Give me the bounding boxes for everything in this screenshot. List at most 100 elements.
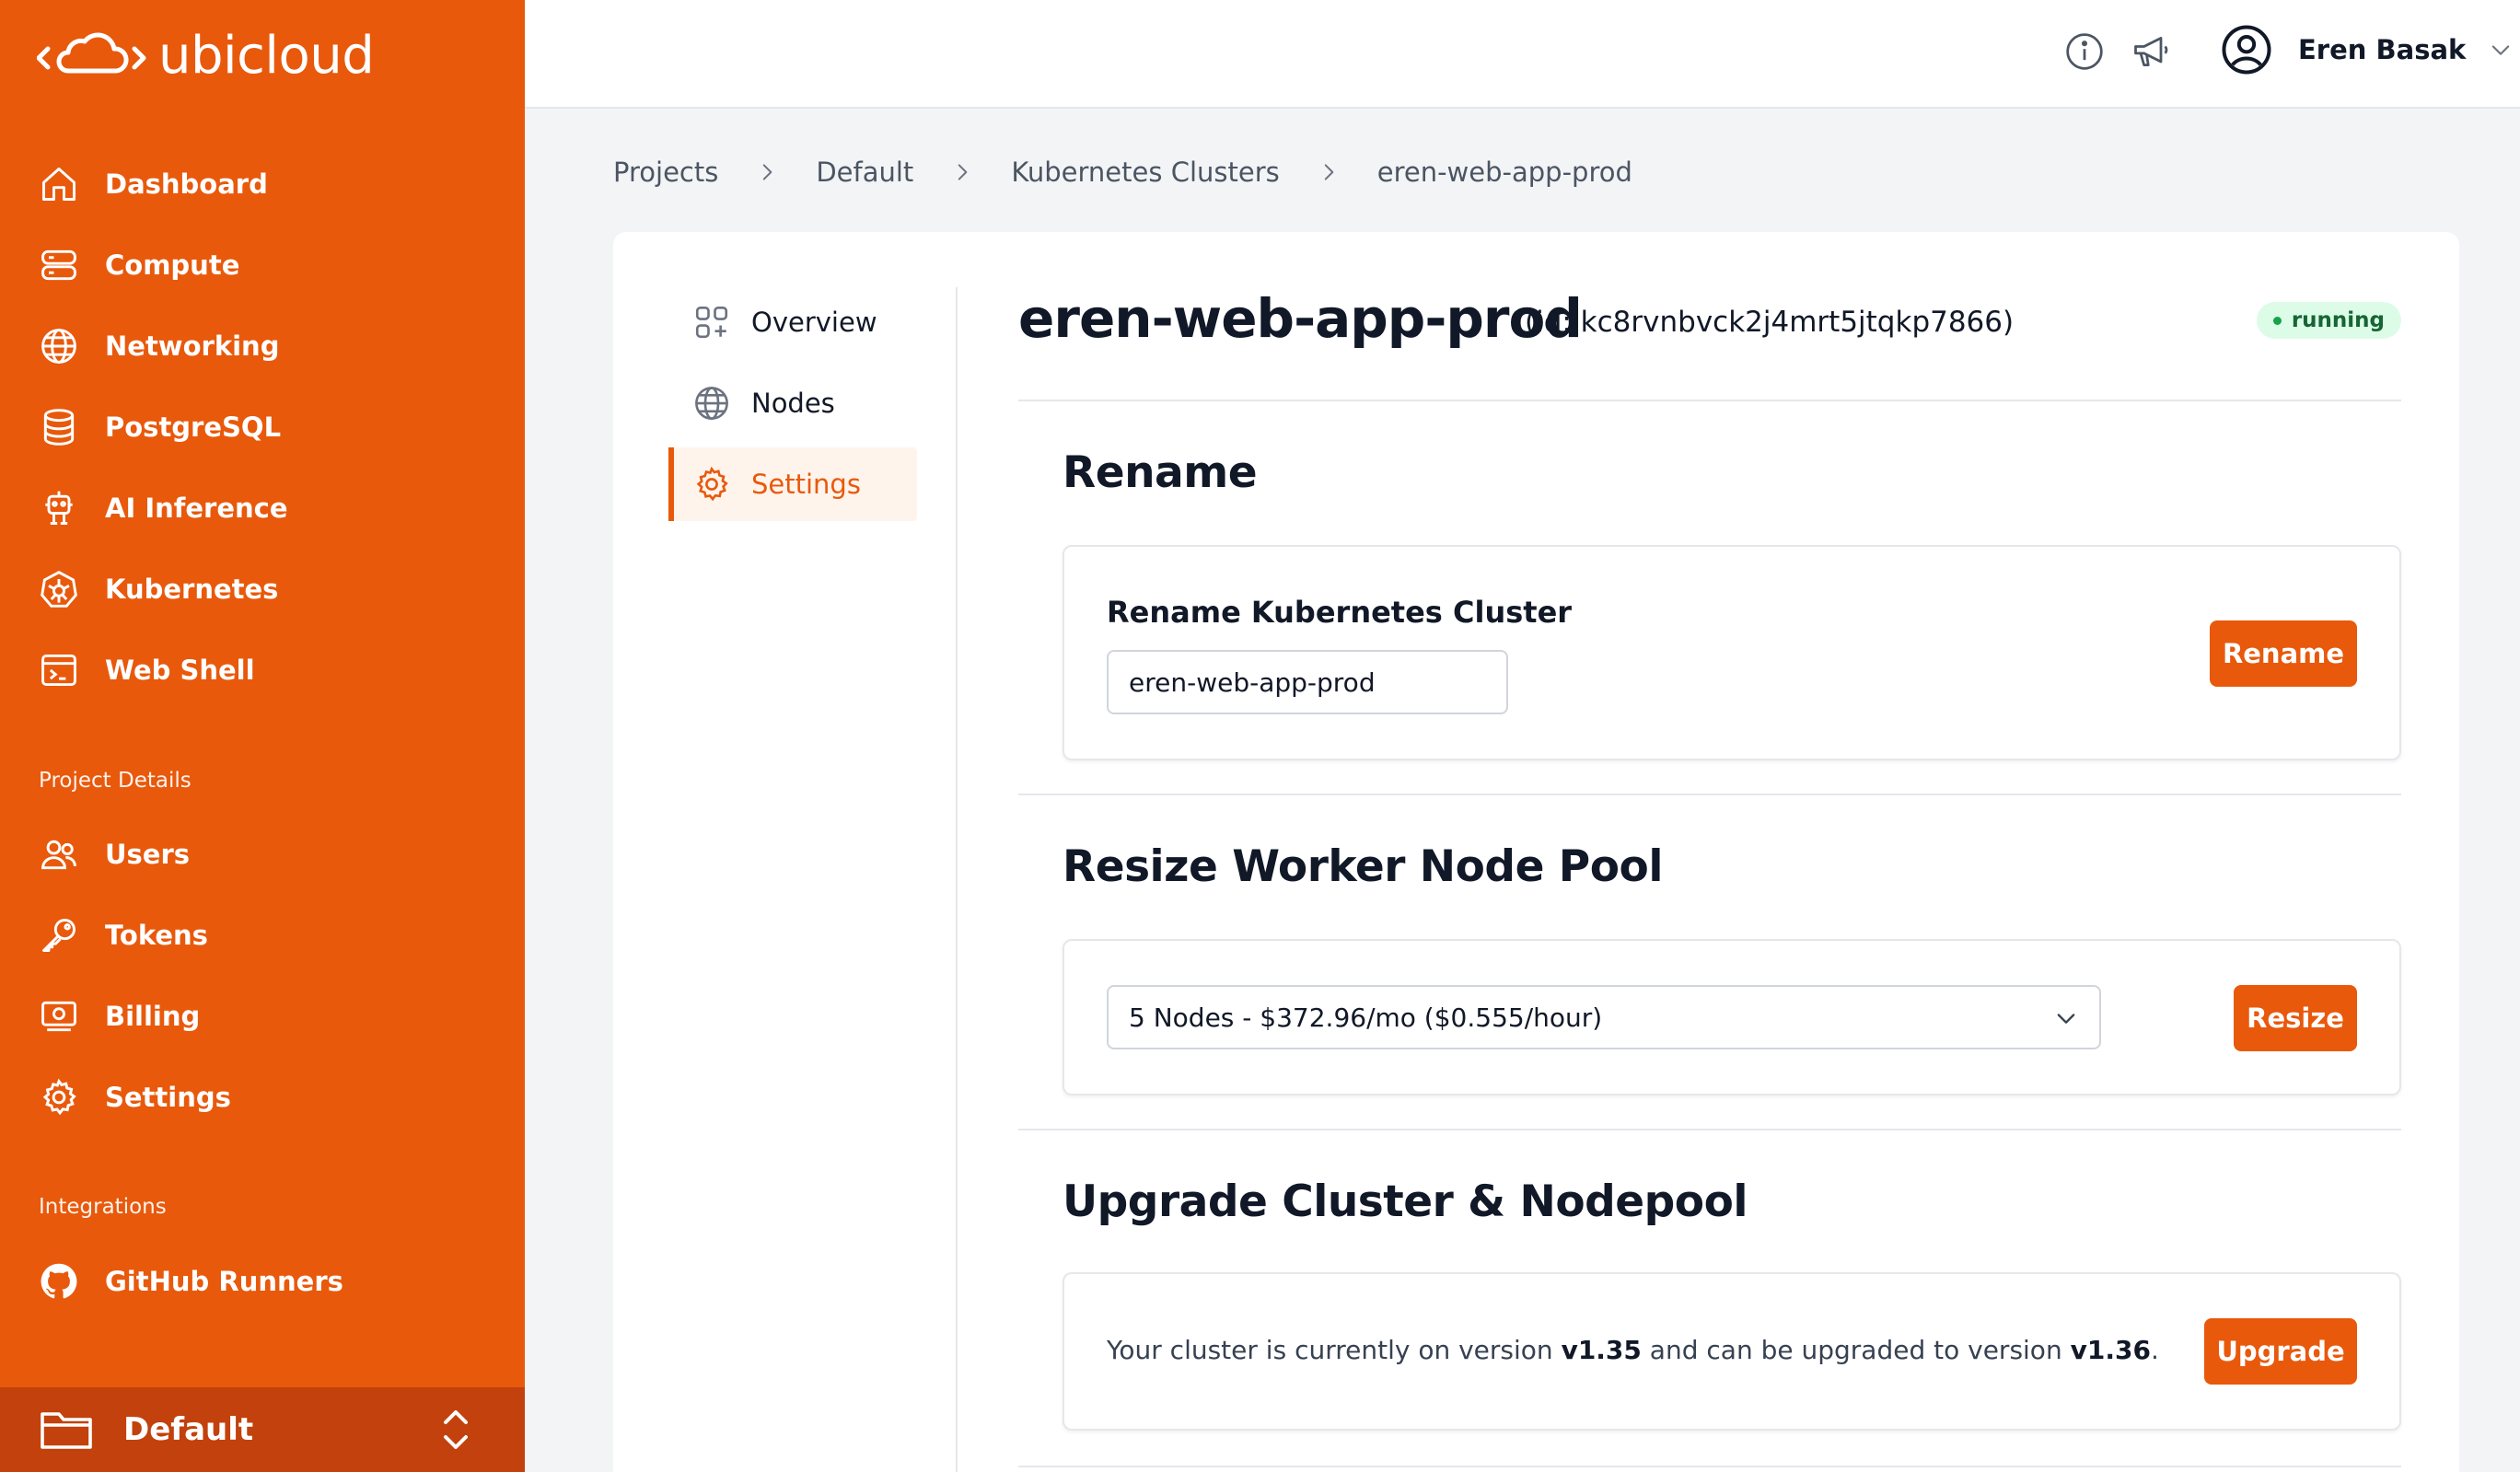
sidebar-item-label: Dashboard bbox=[105, 168, 268, 200]
brand-name: ubicloud bbox=[158, 26, 375, 86]
sidebar-item-label: Networking bbox=[105, 330, 280, 362]
gear-icon bbox=[696, 466, 728, 502]
chevron-right-icon bbox=[1324, 164, 1334, 180]
integrations-heading: Integrations bbox=[39, 1195, 167, 1219]
status-badge: running bbox=[2256, 302, 2401, 339]
project-switcher[interactable]: Default bbox=[0, 1387, 525, 1472]
tab-label: Overview bbox=[751, 307, 877, 338]
overview-icon bbox=[695, 306, 728, 339]
app-root: ubicloud Dashboard Compute Networking Po… bbox=[0, 0, 2520, 1472]
breadcrumb-kubernetes-clusters[interactable]: Kubernetes Clusters bbox=[1011, 156, 1279, 188]
users-icon bbox=[41, 840, 76, 870]
sidebar-item-web-shell[interactable]: Web Shell bbox=[0, 630, 525, 711]
upgrade-button[interactable]: Upgrade bbox=[2204, 1318, 2357, 1385]
cluster-id: (id: kc8rvnbvck2j4mrt5jtqkp7866) bbox=[1525, 306, 2015, 339]
upgrade-text-part: and can be upgraded to version bbox=[1641, 1335, 2071, 1365]
rename-input[interactable] bbox=[1107, 650, 1508, 714]
tab-nodes[interactable]: Nodes bbox=[668, 366, 917, 440]
server-icon bbox=[41, 249, 76, 281]
billing-icon bbox=[41, 1001, 76, 1032]
sidebar-item-networking[interactable]: Networking bbox=[0, 306, 525, 387]
rename-panel: Rename Kubernetes Cluster Rename bbox=[1063, 545, 2401, 760]
sidebar-item-users[interactable]: Users bbox=[0, 814, 525, 895]
resize-panel: 5 Nodes - $372.96/mo ($0.555/hour) Resiz… bbox=[1063, 939, 2401, 1095]
main-nav: Dashboard Compute Networking PostgreSQL … bbox=[0, 144, 525, 711]
user-name: Eren Basak bbox=[2298, 34, 2467, 65]
cluster-header: eren-web-app-prod (id: kc8rvnbvck2j4mrt5… bbox=[1018, 287, 2401, 401]
sidebar-item-tokens[interactable]: Tokens bbox=[0, 895, 525, 976]
upgrade-text-part: Your cluster is currently on version bbox=[1107, 1335, 1562, 1365]
sidebar-item-label: Billing bbox=[105, 1001, 201, 1032]
upgrade-heading: Upgrade Cluster & Nodepool bbox=[1063, 1176, 1748, 1227]
breadcrumb-current[interactable]: eren-web-app-prod bbox=[1377, 156, 1632, 188]
terminal-icon bbox=[41, 654, 76, 687]
chevron-up-down-icon bbox=[444, 1410, 468, 1449]
rename-button[interactable]: Rename bbox=[2210, 620, 2357, 687]
topbar: Eren Basak bbox=[525, 0, 2520, 109]
cluster-card: Overview Nodes Settings eren-web-app-pro… bbox=[613, 232, 2459, 1472]
chevron-right-icon bbox=[763, 164, 772, 180]
brand-logo[interactable]: ubicloud bbox=[37, 26, 375, 86]
sidebar-item-compute[interactable]: Compute bbox=[0, 225, 525, 306]
sidebar-item-billing[interactable]: Billing bbox=[0, 976, 525, 1057]
sidebar-item-label: Web Shell bbox=[105, 655, 255, 686]
current-project-name: Default bbox=[123, 1411, 254, 1448]
node-count-selected: 5 Nodes - $372.96/mo ($0.555/hour) bbox=[1129, 1002, 1603, 1033]
sidebar-item-label: Users bbox=[105, 839, 191, 870]
tab-settings[interactable]: Settings bbox=[668, 447, 917, 521]
section-divider bbox=[1018, 1129, 2401, 1130]
info-icon[interactable] bbox=[2064, 31, 2105, 72]
robot-icon bbox=[45, 491, 73, 525]
breadcrumb: Projects Default Kubernetes Clusters ere… bbox=[613, 156, 1632, 188]
rename-heading: Rename bbox=[1063, 447, 1258, 498]
section-divider bbox=[1018, 1466, 2401, 1467]
key-icon bbox=[42, 919, 75, 952]
node-count-select[interactable]: 5 Nodes - $372.96/mo ($0.555/hour) bbox=[1107, 985, 2101, 1049]
sidebar-item-dashboard[interactable]: Dashboard bbox=[0, 144, 525, 225]
sidebar-item-label: Settings bbox=[105, 1082, 231, 1113]
globe-icon bbox=[41, 329, 76, 364]
folder-icon bbox=[41, 1412, 92, 1449]
sidebar-item-label: Kubernetes bbox=[105, 574, 279, 605]
sidebar-item-github-runners[interactable]: GitHub Runners bbox=[0, 1241, 525, 1322]
target-version: v1.36 bbox=[2070, 1335, 2151, 1365]
upgrade-panel: Your cluster is currently on version v1.… bbox=[1063, 1272, 2401, 1431]
user-menu[interactable]: Eren Basak bbox=[2221, 24, 2514, 75]
sidebar-item-ai-inference[interactable]: AI Inference bbox=[0, 468, 525, 549]
github-icon bbox=[41, 1263, 77, 1299]
cluster-subnav: Overview Nodes Settings bbox=[668, 285, 917, 528]
cluster-title: eren-web-app-prod bbox=[1018, 287, 1583, 350]
subnav-divider bbox=[956, 287, 958, 1472]
sidebar-item-postgresql[interactable]: PostgreSQL bbox=[0, 387, 525, 468]
megaphone-icon[interactable] bbox=[2131, 31, 2171, 72]
breadcrumb-projects[interactable]: Projects bbox=[613, 156, 718, 188]
breadcrumb-default[interactable]: Default bbox=[816, 156, 913, 188]
settings-content: eren-web-app-prod (id: kc8rvnbvck2j4mrt5… bbox=[1018, 287, 2401, 1467]
sidebar-item-label: GitHub Runners bbox=[105, 1266, 343, 1297]
resize-button[interactable]: Resize bbox=[2234, 985, 2357, 1051]
sidebar: ubicloud Dashboard Compute Networking Po… bbox=[0, 0, 525, 1472]
tab-overview[interactable]: Overview bbox=[668, 285, 917, 359]
sidebar-item-label: Compute bbox=[105, 249, 240, 281]
globe-icon bbox=[695, 387, 728, 420]
sidebar-item-settings[interactable]: Settings bbox=[0, 1057, 525, 1138]
section-divider bbox=[1018, 794, 2401, 795]
project-details-heading: Project Details bbox=[39, 769, 192, 793]
gear-icon bbox=[42, 1078, 76, 1116]
tab-label: Settings bbox=[751, 469, 861, 500]
upgrade-description: Your cluster is currently on version v1.… bbox=[1107, 1335, 2159, 1365]
sidebar-item-label: PostgreSQL bbox=[105, 411, 282, 443]
upgrade-text-part: . bbox=[2150, 1335, 2159, 1365]
current-version: v1.35 bbox=[1561, 1335, 1642, 1365]
sidebar-item-label: AI Inference bbox=[105, 493, 288, 524]
user-avatar-icon bbox=[2222, 25, 2271, 75]
chevron-down-icon bbox=[2057, 1014, 2075, 1024]
integrations-nav: GitHub Runners bbox=[0, 1241, 525, 1322]
sidebar-item-label: Tokens bbox=[105, 920, 208, 951]
rename-field-label: Rename Kubernetes Cluster bbox=[1107, 595, 1573, 630]
sidebar-item-kubernetes[interactable]: Kubernetes bbox=[0, 549, 525, 630]
home-icon bbox=[42, 168, 75, 201]
chevron-right-icon bbox=[958, 164, 968, 180]
chevron-down-icon bbox=[2492, 45, 2510, 55]
tab-label: Nodes bbox=[751, 388, 835, 419]
